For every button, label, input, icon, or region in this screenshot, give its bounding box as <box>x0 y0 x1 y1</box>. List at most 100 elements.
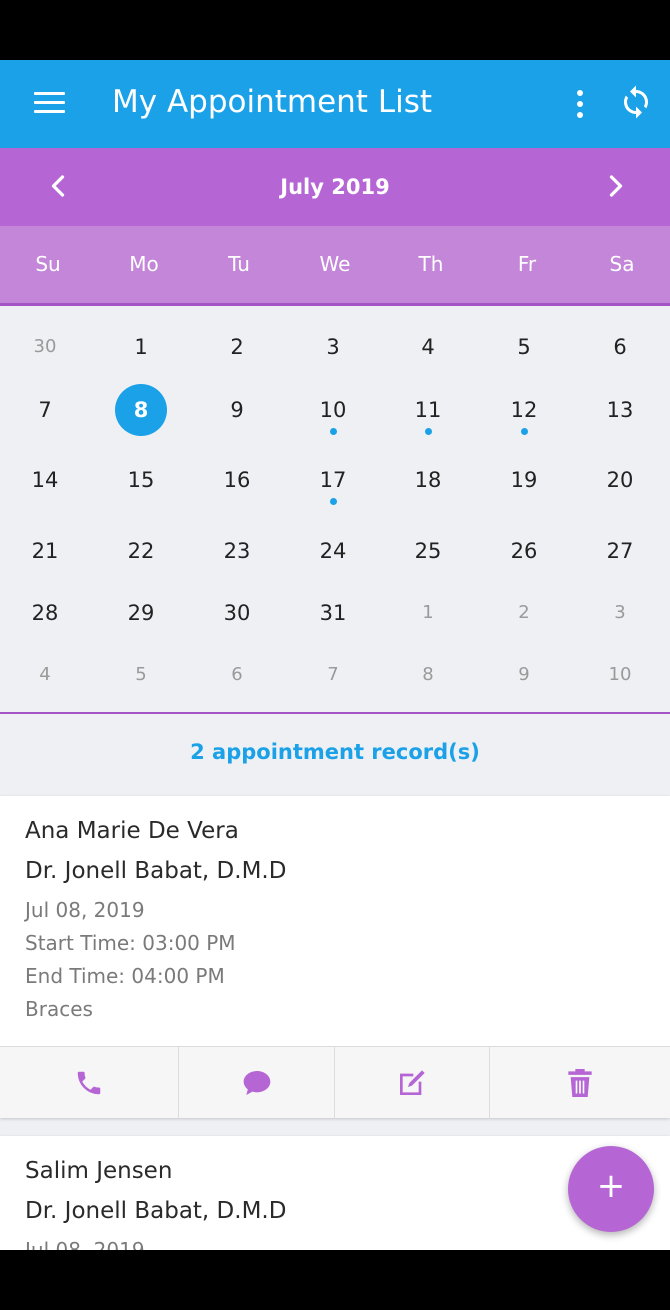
calendar-day[interactable]: 5 <box>484 321 564 373</box>
call-button[interactable] <box>0 1047 179 1119</box>
calendar-day[interactable]: 2 <box>197 321 277 373</box>
day-number: 3 <box>614 602 626 623</box>
day-number: 26 <box>510 539 538 563</box>
calendar-day[interactable]: 25 <box>388 525 468 577</box>
phone-icon <box>77 1071 101 1095</box>
calendar-day[interactable]: 30 <box>197 587 277 639</box>
day-number: 4 <box>421 335 435 359</box>
sync-icon[interactable] <box>618 84 658 124</box>
calendar-day[interactable]: 7 <box>293 649 373 701</box>
calendar-day[interactable]: 27 <box>580 525 660 577</box>
calendar-day[interactable]: 13 <box>580 384 660 436</box>
records-count: 2 appointment record(s) <box>190 740 480 764</box>
day-number: 4 <box>39 664 51 685</box>
appointment-card[interactable]: Ana Marie De Vera Dr. Jonell Babat, D.M.… <box>0 796 670 1119</box>
weekday-label: Su <box>35 252 61 276</box>
calendar-day[interactable]: 31 <box>293 587 373 639</box>
calendar-day[interactable]: 23 <box>197 525 277 577</box>
weekday-label: Tu <box>228 252 250 276</box>
day-number: 9 <box>230 398 244 422</box>
calendar-day[interactable]: 29 <box>101 587 181 639</box>
month-header: July 2019 <box>0 148 670 226</box>
day-number: 22 <box>127 539 155 563</box>
calendar-day[interactable]: 30 <box>5 321 85 373</box>
edit-icon <box>400 1070 425 1095</box>
calendar-day[interactable]: 21 <box>5 525 85 577</box>
calendar-day[interactable]: 18 <box>388 454 468 506</box>
app-screen: My Appointment List July 2019 Su Mo Tu We Th… <box>0 60 670 1250</box>
hamburger-menu-icon[interactable] <box>30 86 70 122</box>
calendar-day[interactable]: 5 <box>101 649 181 701</box>
weekday-label: Th <box>418 252 444 276</box>
calendar-day[interactable]: 6 <box>580 321 660 373</box>
calendar-day[interactable]: 7 <box>5 384 85 436</box>
calendar-day[interactable]: 8 <box>388 649 468 701</box>
day-number: 29 <box>127 601 155 625</box>
more-vert-icon[interactable] <box>565 84 595 124</box>
day-number: 23 <box>223 539 251 563</box>
day-number: 13 <box>606 398 634 422</box>
calendar-day[interactable]: 26 <box>484 525 564 577</box>
day-number: 7 <box>327 664 339 685</box>
weekday-label: Sa <box>609 252 635 276</box>
calendar-day[interactable]: 11 <box>388 384 468 436</box>
add-appointment-button[interactable]: + <box>568 1146 654 1232</box>
calendar-day-selected[interactable]: 8 <box>101 384 181 436</box>
chat-icon <box>243 1071 270 1095</box>
patient-name: Salim Jensen <box>25 1158 173 1184</box>
calendar-day[interactable]: 22 <box>101 525 181 577</box>
calendar-day[interactable]: 15 <box>101 454 181 506</box>
edit-button[interactable] <box>335 1047 490 1119</box>
appointment-indicator-dot <box>521 428 528 435</box>
calendar-day[interactable]: 17 <box>293 454 373 506</box>
weekday-header: Su Mo Tu We Th Fr Sa <box>0 226 670 306</box>
day-number: 14 <box>31 468 59 492</box>
day-number: 9 <box>518 664 530 685</box>
day-number: 25 <box>414 539 442 563</box>
calendar-day[interactable]: 9 <box>484 649 564 701</box>
calendar-day[interactable]: 1 <box>388 587 468 639</box>
calendar-day[interactable]: 4 <box>388 321 468 373</box>
treatment: Braces <box>25 997 93 1021</box>
calendar-day[interactable]: 1 <box>101 321 181 373</box>
day-number: 16 <box>223 468 251 492</box>
day-number: 30 <box>223 601 251 625</box>
plus-icon: + <box>596 1166 626 1206</box>
calendar-day[interactable]: 12 <box>484 384 564 436</box>
day-number: 6 <box>613 335 627 359</box>
day-number: 31 <box>319 601 347 625</box>
day-number: 28 <box>31 601 59 625</box>
calendar-day[interactable]: 24 <box>293 525 373 577</box>
calendar-day[interactable]: 10 <box>580 649 660 701</box>
day-number: 2 <box>518 602 530 623</box>
calendar-day[interactable]: 3 <box>293 321 373 373</box>
weekday-label: Fr <box>517 252 537 276</box>
month-label: July 2019 <box>280 175 390 199</box>
calendar-day[interactable]: 6 <box>197 649 277 701</box>
delete-button[interactable] <box>490 1047 670 1119</box>
calendar-day[interactable]: 10 <box>293 384 373 436</box>
calendar-day[interactable]: 9 <box>197 384 277 436</box>
next-month-icon[interactable] <box>598 168 634 204</box>
appointment-date: Jul 08, 2019 <box>25 1238 145 1250</box>
calendar-day[interactable]: 2 <box>484 587 564 639</box>
calendar-day[interactable]: 4 <box>5 649 85 701</box>
weekday-label: We <box>319 252 351 276</box>
calendar-day[interactable]: 20 <box>580 454 660 506</box>
calendar-day[interactable]: 3 <box>580 587 660 639</box>
day-number: 3 <box>326 335 340 359</box>
calendar-divider <box>0 712 670 714</box>
trash-icon <box>568 1069 592 1097</box>
day-number: 19 <box>510 468 538 492</box>
day-number: 7 <box>38 398 52 422</box>
calendar-day[interactable]: 14 <box>5 454 85 506</box>
day-number: 5 <box>135 664 147 685</box>
day-number: 21 <box>31 539 59 563</box>
calendar-day[interactable]: 19 <box>484 454 564 506</box>
calendar-day[interactable]: 16 <box>197 454 277 506</box>
day-number: 18 <box>414 468 442 492</box>
day-number: 1 <box>422 602 434 623</box>
message-button[interactable] <box>179 1047 335 1119</box>
day-number: 1 <box>134 335 148 359</box>
calendar-day[interactable]: 28 <box>5 587 85 639</box>
